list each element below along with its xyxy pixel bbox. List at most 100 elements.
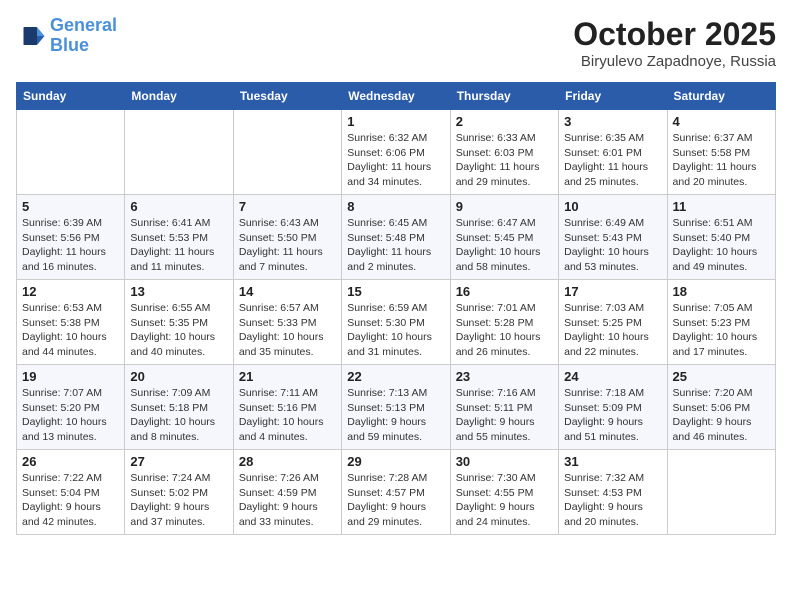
logo: General Blue <box>16 16 117 56</box>
day-number: 13 <box>130 284 227 299</box>
weekday-header-row: SundayMondayTuesdayWednesdayThursdayFrid… <box>17 83 776 110</box>
calendar-cell <box>17 110 125 195</box>
calendar-cell: 23Sunrise: 7:16 AM Sunset: 5:11 PM Dayli… <box>450 365 558 450</box>
day-info: Sunrise: 6:51 AM Sunset: 5:40 PM Dayligh… <box>673 216 770 275</box>
calendar-cell <box>667 450 775 535</box>
calendar-cell: 12Sunrise: 6:53 AM Sunset: 5:38 PM Dayli… <box>17 280 125 365</box>
day-number: 14 <box>239 284 336 299</box>
calendar-cell: 14 Sunrise: 6:57 AM Sunset: 5:33 PM Dayli… <box>233 280 341 365</box>
day-info: Sunrise: 7:28 AM Sunset: 4:57 PM Dayligh… <box>347 471 444 530</box>
week-row: 26 Sunrise: 7:22 AM Sunset: 5:04 PM Dayli… <box>17 450 776 535</box>
day-number: 4 <box>673 114 770 129</box>
day-info: Sunrise: 7:24 AM Sunset: 5:02 PM Dayligh… <box>130 471 227 530</box>
calendar-cell: 3Sunrise: 6:35 AM Sunset: 6:01 PM Daylig… <box>559 110 667 195</box>
day-number: 15 <box>347 284 444 299</box>
day-info: Sunrise: 7:03 AM Sunset: 5:25 PM Dayligh… <box>564 301 661 360</box>
weekday-header: Thursday <box>450 83 558 110</box>
logo-icon <box>16 21 46 51</box>
day-info: Sunrise: 7:01 AM Sunset: 5:28 PM Dayligh… <box>456 301 553 360</box>
day-info: Sunrise: 6:47 AM Sunset: 5:45 PM Dayligh… <box>456 216 553 275</box>
day-number: 26 <box>22 454 119 469</box>
day-info: Sunrise: 6:33 AM Sunset: 6:03 PM Dayligh… <box>456 131 553 190</box>
calendar-cell: 31 Sunrise: 7:32 AM Sunset: 4:53 PM Dayli… <box>559 450 667 535</box>
calendar-cell: 20 Sunrise: 7:09 AM Sunset: 5:18 PM Dayli… <box>125 365 233 450</box>
page-header: General Blue October 2025 Biryulevo Zapa… <box>16 16 776 70</box>
day-number: 9 <box>456 199 553 214</box>
calendar-cell: 22 Sunrise: 7:13 AM Sunset: 5:13 PM Dayli… <box>342 365 450 450</box>
calendar-cell: 8Sunrise: 6:45 AM Sunset: 5:48 PM Daylig… <box>342 195 450 280</box>
day-info: Sunrise: 7:09 AM Sunset: 5:18 PM Dayligh… <box>130 386 227 445</box>
calendar-cell: 30 Sunrise: 7:30 AM Sunset: 4:55 PM Dayli… <box>450 450 558 535</box>
day-info: Sunrise: 7:22 AM Sunset: 5:04 PM Dayligh… <box>22 471 119 530</box>
day-number: 28 <box>239 454 336 469</box>
week-row: 1 Sunrise: 6:32 AM Sunset: 6:06 PM Daylig… <box>17 110 776 195</box>
logo-text: General Blue <box>50 16 117 56</box>
weekday-header: Friday <box>559 83 667 110</box>
day-info: Sunrise: 7:30 AM Sunset: 4:55 PM Dayligh… <box>456 471 553 530</box>
day-number: 18 <box>673 284 770 299</box>
calendar-cell: 24 Sunrise: 7:18 AM Sunset: 5:09 PM Dayli… <box>559 365 667 450</box>
calendar-cell <box>233 110 341 195</box>
day-info: Sunrise: 6:53 AM Sunset: 5:38 PM Dayligh… <box>22 301 119 360</box>
day-info: Sunrise: 6:32 AM Sunset: 6:06 PM Dayligh… <box>347 131 444 190</box>
calendar-cell: 11 Sunrise: 6:51 AM Sunset: 5:40 PM Dayli… <box>667 195 775 280</box>
calendar-cell: 9 Sunrise: 6:47 AM Sunset: 5:45 PM Daylig… <box>450 195 558 280</box>
day-info: Sunrise: 6:41 AM Sunset: 5:53 PM Dayligh… <box>130 216 227 275</box>
weekday-header: Wednesday <box>342 83 450 110</box>
calendar-cell: 13 Sunrise: 6:55 AM Sunset: 5:35 PM Dayli… <box>125 280 233 365</box>
day-number: 1 <box>347 114 444 129</box>
calendar-cell: 19 Sunrise: 7:07 AM Sunset: 5:20 PM Dayli… <box>17 365 125 450</box>
weekday-header: Monday <box>125 83 233 110</box>
weekday-header: Tuesday <box>233 83 341 110</box>
day-number: 5 <box>22 199 119 214</box>
day-info: Sunrise: 7:26 AM Sunset: 4:59 PM Dayligh… <box>239 471 336 530</box>
week-row: 12Sunrise: 6:53 AM Sunset: 5:38 PM Dayli… <box>17 280 776 365</box>
week-row: 19 Sunrise: 7:07 AM Sunset: 5:20 PM Dayli… <box>17 365 776 450</box>
weekday-header: Sunday <box>17 83 125 110</box>
calendar-cell: 26 Sunrise: 7:22 AM Sunset: 5:04 PM Dayli… <box>17 450 125 535</box>
day-number: 16 <box>456 284 553 299</box>
day-number: 20 <box>130 369 227 384</box>
day-info: Sunrise: 6:59 AM Sunset: 5:30 PM Dayligh… <box>347 301 444 360</box>
calendar-cell: 2 Sunrise: 6:33 AM Sunset: 6:03 PM Daylig… <box>450 110 558 195</box>
day-number: 2 <box>456 114 553 129</box>
day-info: Sunrise: 7:20 AM Sunset: 5:06 PM Dayligh… <box>673 386 770 445</box>
day-number: 3 <box>564 114 661 129</box>
day-info: Sunrise: 6:39 AM Sunset: 5:56 PM Dayligh… <box>22 216 119 275</box>
day-info: Sunrise: 7:07 AM Sunset: 5:20 PM Dayligh… <box>22 386 119 445</box>
day-number: 24 <box>564 369 661 384</box>
day-number: 23 <box>456 369 553 384</box>
day-number: 21 <box>239 369 336 384</box>
calendar-cell: 15 Sunrise: 6:59 AM Sunset: 5:30 PM Dayli… <box>342 280 450 365</box>
calendar-cell: 28 Sunrise: 7:26 AM Sunset: 4:59 PM Dayli… <box>233 450 341 535</box>
calendar-cell: 1 Sunrise: 6:32 AM Sunset: 6:06 PM Daylig… <box>342 110 450 195</box>
calendar-cell <box>125 110 233 195</box>
calendar-cell: 16 Sunrise: 7:01 AM Sunset: 5:28 PM Dayli… <box>450 280 558 365</box>
day-number: 7 <box>239 199 336 214</box>
day-number: 11 <box>673 199 770 214</box>
day-number: 29 <box>347 454 444 469</box>
day-number: 22 <box>347 369 444 384</box>
calendar-table: SundayMondayTuesdayWednesdayThursdayFrid… <box>16 82 776 535</box>
calendar-cell: 7 Sunrise: 6:43 AM Sunset: 5:50 PM Daylig… <box>233 195 341 280</box>
calendar-cell: 6Sunrise: 6:41 AM Sunset: 5:53 PM Daylig… <box>125 195 233 280</box>
day-number: 19 <box>22 369 119 384</box>
day-number: 17 <box>564 284 661 299</box>
day-info: Sunrise: 7:13 AM Sunset: 5:13 PM Dayligh… <box>347 386 444 445</box>
location: Biryulevo Zapadnoye, Russia <box>573 53 776 70</box>
day-number: 27 <box>130 454 227 469</box>
day-number: 31 <box>564 454 661 469</box>
day-info: Sunrise: 6:49 AM Sunset: 5:43 PM Dayligh… <box>564 216 661 275</box>
day-info: Sunrise: 7:32 AM Sunset: 4:53 PM Dayligh… <box>564 471 661 530</box>
day-info: Sunrise: 7:05 AM Sunset: 5:23 PM Dayligh… <box>673 301 770 360</box>
calendar-cell: 17 Sunrise: 7:03 AM Sunset: 5:25 PM Dayli… <box>559 280 667 365</box>
calendar-cell: 5 Sunrise: 6:39 AM Sunset: 5:56 PM Daylig… <box>17 195 125 280</box>
day-info: Sunrise: 6:37 AM Sunset: 5:58 PM Dayligh… <box>673 131 770 190</box>
day-info: Sunrise: 6:43 AM Sunset: 5:50 PM Dayligh… <box>239 216 336 275</box>
calendar-cell: 27 Sunrise: 7:24 AM Sunset: 5:02 PM Dayli… <box>125 450 233 535</box>
day-info: Sunrise: 7:18 AM Sunset: 5:09 PM Dayligh… <box>564 386 661 445</box>
day-info: Sunrise: 6:57 AM Sunset: 5:33 PM Dayligh… <box>239 301 336 360</box>
calendar-cell: 10Sunrise: 6:49 AM Sunset: 5:43 PM Dayli… <box>559 195 667 280</box>
day-number: 30 <box>456 454 553 469</box>
day-info: Sunrise: 6:55 AM Sunset: 5:35 PM Dayligh… <box>130 301 227 360</box>
